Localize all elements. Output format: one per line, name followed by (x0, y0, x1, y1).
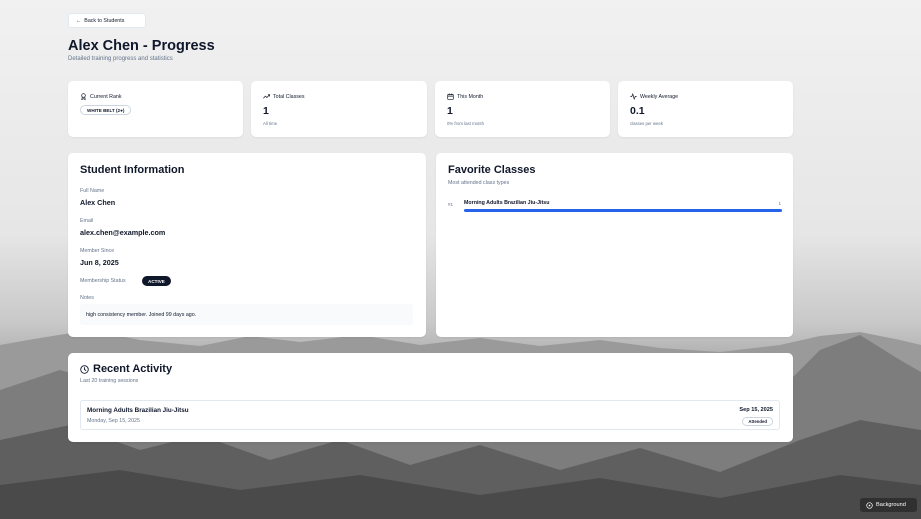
this-month-note: 0% from last month (447, 121, 485, 126)
clock-icon (80, 364, 89, 374)
background-button-label: Background (876, 502, 906, 508)
weekly-average-title: Weekly Average (630, 93, 678, 100)
student-information-card: Student Information Full Name Alex Chen … (68, 153, 426, 337)
progress-page: ← Back to Students Alex Chen - Progress … (0, 0, 921, 519)
activity-class-name: Morning Adults Brazilian Jiu-Jitsu (87, 407, 189, 414)
current-rank-label: Current Rank (90, 93, 122, 100)
trending-up-icon (263, 94, 270, 99)
rank-badge: WHITE BELT (2●) (80, 105, 132, 115)
full-name-label: Full Name (80, 188, 105, 194)
activity-date: Sep 15, 2025 (739, 407, 773, 413)
this-month-card: This Month 1 0% from last month (435, 81, 610, 137)
membership-status-label: Membership Status (80, 278, 126, 284)
recent-activity-card: Recent Activity Last 20 training session… (68, 353, 793, 442)
back-to-students-button[interactable]: ← Back to Students (68, 13, 146, 28)
favorite-classes-subtitle: Most attended class types (448, 180, 510, 186)
notes-label: Notes (80, 295, 94, 301)
weekly-average-label: Weekly Average (640, 93, 679, 100)
member-since-label: Member Since (80, 248, 115, 254)
calendar-icon (447, 93, 454, 100)
email-value: alex.chen@example.com (80, 228, 166, 237)
favorite-classes-card: Favorite Classes Most attended class typ… (436, 153, 793, 337)
activity-item: Morning Adults Brazilian Jiu-Jitsu Monda… (80, 400, 780, 430)
attended-badge: Attended (742, 417, 773, 426)
activity-day: Monday, Sep 15, 2025 (87, 418, 140, 424)
favorite-class-bar-track (464, 209, 782, 212)
this-month-title: This Month (447, 93, 483, 100)
notes-box: high consistency member. Joined 99 days … (80, 304, 413, 325)
activity-icon (630, 93, 637, 100)
total-classes-note: All time (263, 121, 278, 126)
favorite-class-name: Morning Adults Brazilian Jiu-Jitsu (464, 200, 550, 206)
favorite-class-bar-fill (464, 209, 782, 212)
current-rank-card: Current Rank WHITE BELT (2●) (68, 81, 243, 137)
back-button-label: Back to Students (84, 17, 125, 24)
weekly-average-note: classes per week (630, 121, 663, 126)
this-month-value: 1 (447, 105, 453, 117)
total-classes-title: Total Classes (263, 93, 305, 100)
award-icon (81, 93, 86, 100)
weekly-average-card: Weekly Average 0.1 classes per week (618, 81, 793, 137)
recent-activity-heading: Recent Activity (80, 363, 172, 375)
page-subtitle: Detailed training progress and statistic… (68, 56, 173, 62)
member-since-value: Jun 8, 2025 (80, 258, 119, 267)
email-label: Email (80, 218, 94, 224)
total-classes-card: Total Classes 1 All time (251, 81, 427, 137)
recent-activity-subtitle: Last 20 training sessions (80, 378, 139, 384)
student-information-title: Student Information (80, 164, 185, 176)
page-title: Alex Chen - Progress (68, 38, 215, 54)
weekly-average-value: 0.1 (630, 105, 645, 117)
current-rank-title: Current Rank (80, 93, 122, 100)
recent-activity-title: Recent Activity (93, 363, 173, 375)
total-classes-value: 1 (263, 105, 269, 117)
this-month-label: This Month (457, 93, 484, 100)
background-button[interactable]: Background (860, 498, 917, 512)
full-name-value: Alex Chen (80, 198, 116, 207)
arrow-left-icon: ← (76, 17, 82, 24)
image-icon (866, 501, 873, 509)
favorite-class-rank: #1 (448, 202, 454, 207)
favorite-class-count: 1 (778, 201, 781, 206)
favorite-classes-title: Favorite Classes (448, 164, 536, 176)
total-classes-label: Total Classes (273, 93, 305, 100)
membership-status-badge: ACTIVE (142, 276, 171, 286)
